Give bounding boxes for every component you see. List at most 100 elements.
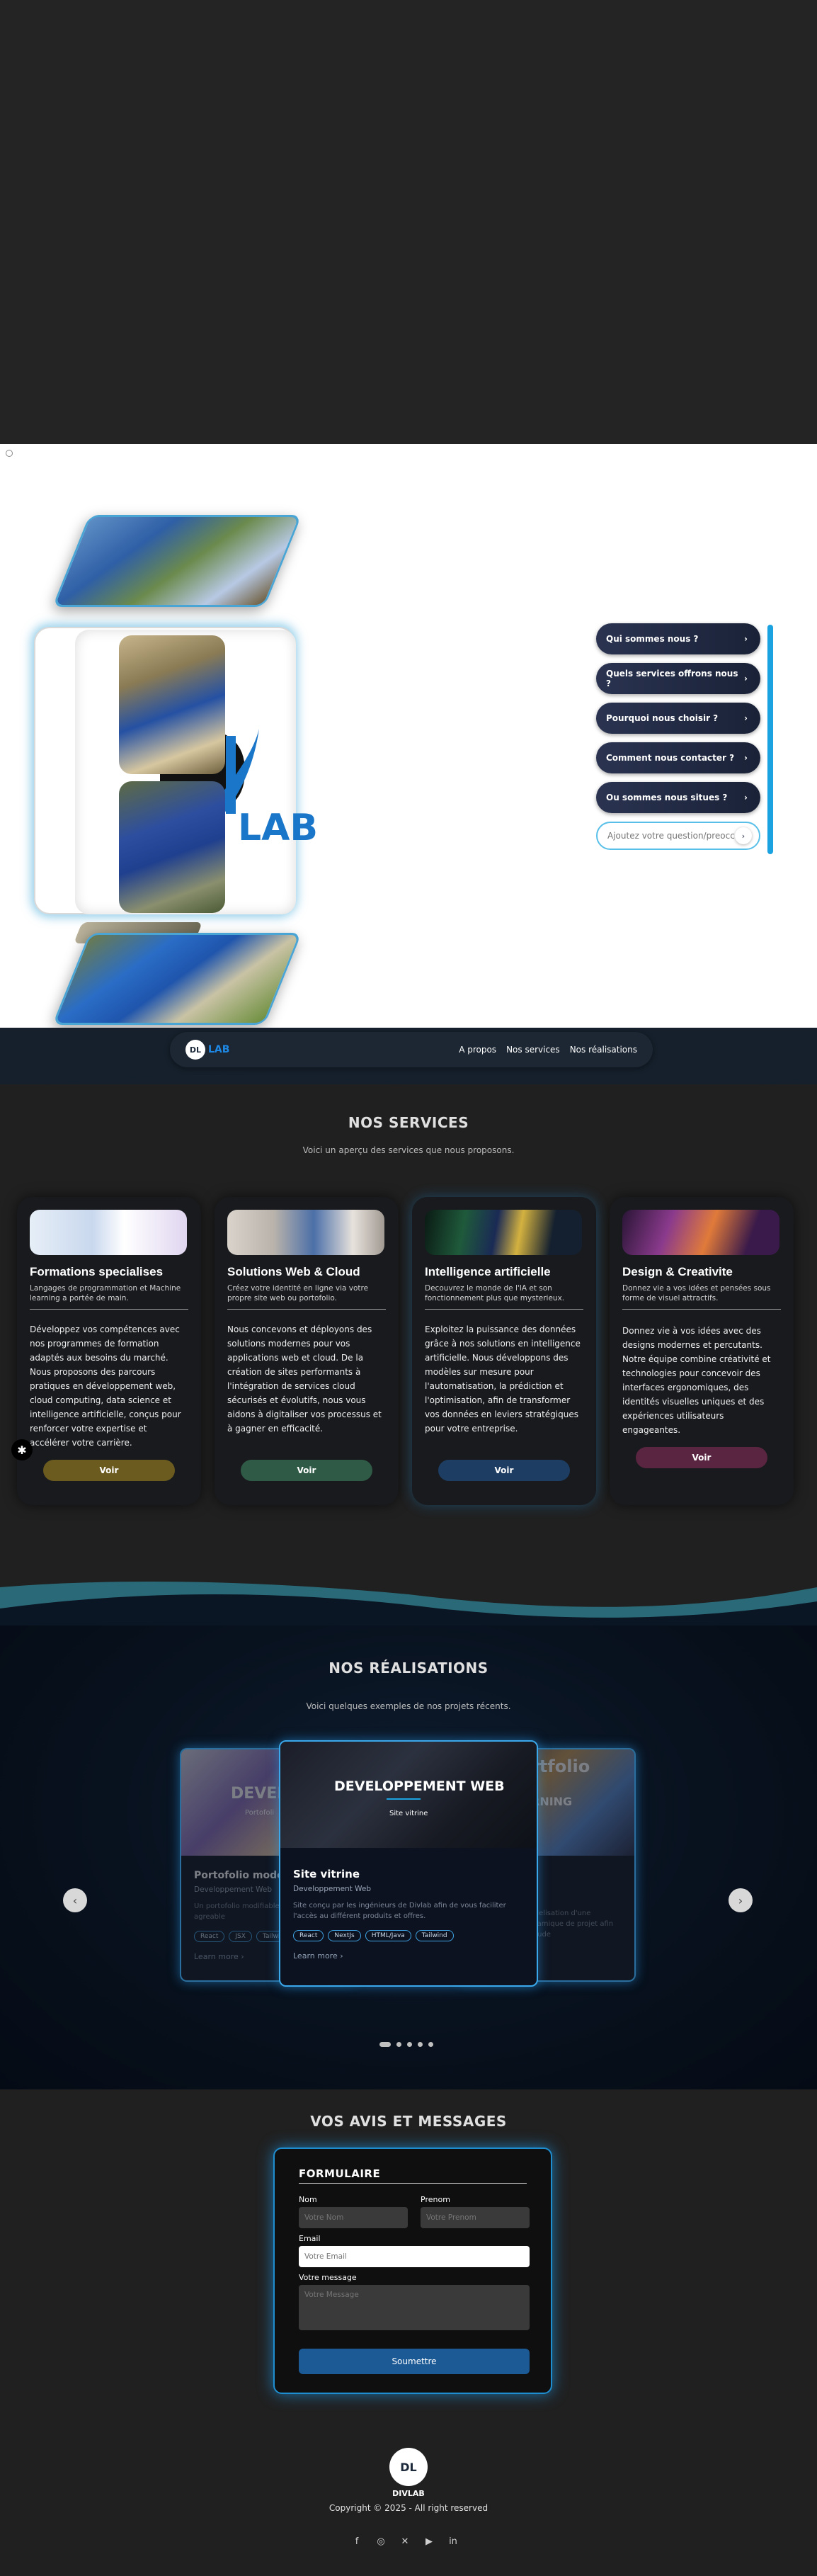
prenom-label: Prenom xyxy=(421,2195,450,2204)
workspace-image xyxy=(227,1210,384,1255)
settings-dot-icon[interactable] xyxy=(6,450,13,457)
realisations-title: NOS RÉALISATIONS xyxy=(328,1659,489,1676)
project-card-center[interactable]: DEVELOPPEMENT WEB Site vitrine Site vitr… xyxy=(279,1740,538,1987)
hero-photo-card-2 xyxy=(119,781,225,913)
form-heading: FORMULAIRE xyxy=(299,2167,527,2184)
carousel-dot[interactable] xyxy=(396,2042,401,2047)
service-title: Formations specialises xyxy=(30,1265,164,1278)
logo-lab-text: LAB xyxy=(238,807,319,849)
chat-question-label: Pourquoi nous choisir ? xyxy=(606,713,719,723)
nav-links: A propos Nos services Nos réalisations xyxy=(459,1045,637,1055)
code-image xyxy=(425,1210,582,1255)
tag: JSX xyxy=(229,1931,252,1942)
footer-name: DIVLAB xyxy=(392,2489,425,2498)
project-tags: React NextJs HTML/Java Tailwind xyxy=(293,1930,524,1941)
chat-question-label: Quels services offrons nous ? xyxy=(606,669,738,688)
project-description: Modelisation d'une dynamique de projet a… xyxy=(524,1910,614,1939)
nav-logo-icon: DL xyxy=(185,1040,205,1060)
voir-button[interactable]: Voir xyxy=(636,1447,767,1468)
chevron-right-icon: › xyxy=(744,674,748,683)
learn-more-link[interactable]: Learn more › xyxy=(293,1951,524,1961)
youtube-icon[interactable]: ▶ xyxy=(423,2536,435,2547)
prenom-field[interactable] xyxy=(421,2207,530,2228)
project-banner: rtfolio xyxy=(531,1757,590,1776)
service-subtitle: Langages de programmation et Machine lea… xyxy=(30,1283,188,1310)
voir-button[interactable]: Voir xyxy=(241,1460,372,1481)
chat-question-1[interactable]: Qui sommes nous ? › xyxy=(596,623,760,654)
chat-question-input[interactable] xyxy=(607,831,735,841)
service-description: Nous concevons et déployons des solution… xyxy=(227,1324,382,1434)
accessibility-icon[interactable]: ✱ xyxy=(11,1439,33,1460)
project-category: Developpement Web xyxy=(293,1885,372,1893)
linkedin-icon[interactable]: in xyxy=(447,2536,459,2547)
services-title: NOS SERVICES xyxy=(348,1114,469,1131)
tag: React xyxy=(293,1930,324,1941)
service-subtitle: Créez votre identité en ligne via votre … xyxy=(227,1283,386,1310)
email-field[interactable] xyxy=(299,2246,530,2267)
name-row: Nom Prenom xyxy=(299,2195,530,2234)
wave-divider xyxy=(0,1573,817,1630)
navbar: DL LAB A propos Nos services Nos réalisa… xyxy=(170,1032,653,1067)
tag: HTML/Java xyxy=(365,1930,411,1941)
project-image: DEVELOPPEMENT WEB Site vitrine xyxy=(280,1742,537,1848)
service-card-design: Design & Creativite Donnez vie a vos idé… xyxy=(610,1197,794,1505)
chat-question-4[interactable]: Comment nous contacter ? › xyxy=(596,742,760,773)
footer-logo-icon[interactable]: DL xyxy=(389,2448,428,2486)
message-group: Votre message xyxy=(299,2273,530,2333)
voir-button[interactable]: Voir xyxy=(43,1460,175,1481)
services-subtitle: Voici un aperçu des services que nous pr… xyxy=(302,1145,515,1155)
chatbot-widget: Qui sommes nous ? › Quels services offron… xyxy=(596,623,773,850)
send-icon[interactable]: › xyxy=(735,827,752,844)
email-label: Email xyxy=(299,2234,321,2243)
carousel-dot[interactable] xyxy=(407,2042,412,2047)
prenom-group: Prenom xyxy=(421,2195,530,2228)
carousel-prev-button[interactable]: ‹ xyxy=(63,1888,87,1912)
nav-logo[interactable]: DL LAB xyxy=(185,1040,229,1060)
service-title: Intelligence artificielle xyxy=(425,1265,551,1278)
service-description: Exploitez la puissance des données grâce… xyxy=(425,1324,581,1434)
nav-link-apropos[interactable]: A propos xyxy=(459,1045,496,1055)
nav-link-services[interactable]: Nos services xyxy=(506,1045,560,1055)
nav-link-realisations[interactable]: Nos réalisations xyxy=(570,1045,637,1055)
chat-question-2[interactable]: Quels services offrons nous ? › xyxy=(596,663,760,694)
chevron-right-icon: › xyxy=(744,634,748,644)
carousel-dot[interactable] xyxy=(428,2042,433,2047)
realisations-subtitle: Voici quelques exemples de nos projets r… xyxy=(306,1701,511,1711)
chevron-right-icon: › xyxy=(744,793,748,802)
tag: NextJs xyxy=(328,1930,361,1941)
hero-photo-bottom xyxy=(52,933,302,1025)
facebook-icon[interactable]: f xyxy=(351,2536,362,2547)
chevron-right-icon: › xyxy=(744,753,748,763)
top-background xyxy=(0,0,817,444)
service-subtitle: Donnez vie a vos idées et pensées sous f… xyxy=(622,1283,781,1310)
message-label: Votre message xyxy=(299,2273,357,2282)
logo-card-inner: LAB xyxy=(75,630,318,914)
service-title: Design & Creativite xyxy=(622,1265,733,1278)
keyboard-image xyxy=(622,1210,779,1255)
project-title: Site vitrine xyxy=(293,1868,360,1880)
carousel-dot[interactable] xyxy=(418,2042,423,2047)
footer-copyright: Copyright © 2025 - All right reserved xyxy=(328,2503,489,2513)
message-field[interactable] xyxy=(299,2285,530,2330)
project-banner: DEVELOPPEMENT WEB xyxy=(334,1778,505,1794)
project-banner-sub: Portofoli xyxy=(245,1809,275,1817)
service-card-ia: Intelligence artificielle Decouvrez le m… xyxy=(412,1197,596,1505)
chat-question-label: Qui sommes nous ? xyxy=(606,634,699,644)
banner-underline xyxy=(387,1798,421,1800)
carousel-next-button[interactable]: › xyxy=(729,1888,753,1912)
voir-button[interactable]: Voir xyxy=(438,1460,570,1481)
nom-field[interactable] xyxy=(299,2207,408,2228)
nom-group: Nom xyxy=(299,2195,408,2228)
logo-card: LAB xyxy=(34,627,318,914)
instagram-icon[interactable]: ◎ xyxy=(375,2536,387,2547)
feedback-title: VOS AVIS ET MESSAGES xyxy=(310,2113,507,2130)
chat-question-3[interactable]: Pourquoi nous choisir ? › xyxy=(596,703,760,734)
service-card-formations: Formations specialises Langages de progr… xyxy=(17,1197,201,1505)
submit-button[interactable]: Soumettre xyxy=(299,2349,530,2374)
chat-scrollbar[interactable] xyxy=(767,625,773,854)
carousel-dot[interactable] xyxy=(379,2042,391,2047)
chat-question-5[interactable]: Ou sommes nous situes ? › xyxy=(596,782,760,813)
project-banner-sub: Site vitrine xyxy=(389,1810,428,1817)
x-icon[interactable]: ✕ xyxy=(399,2536,411,2547)
service-description: Développez vos compétences avec nos prog… xyxy=(30,1324,181,1448)
